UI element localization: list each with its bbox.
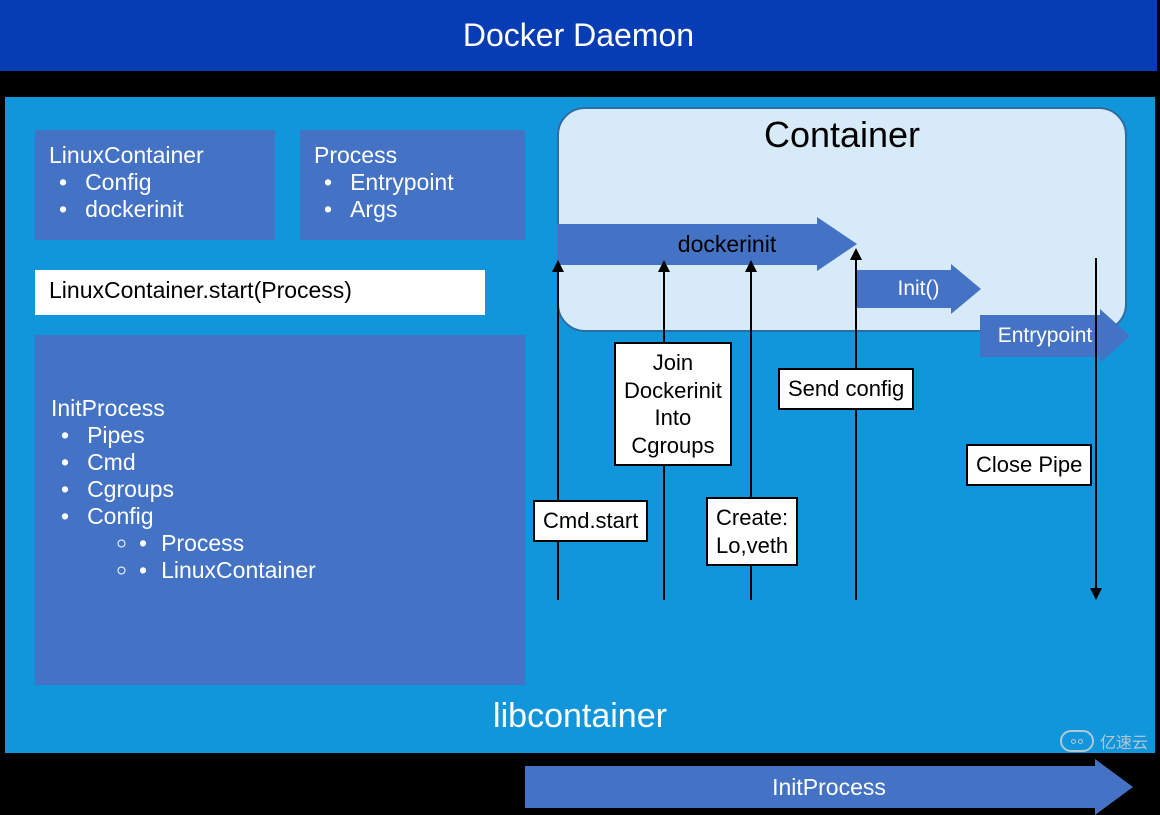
linuxcontainer-box: LinuxContainer Config dockerinit [35, 130, 275, 240]
dockerinit-arrow-label: dockerinit [557, 217, 857, 272]
list-item: Entrypoint [314, 169, 511, 196]
note-cmdstart: Cmd.start [533, 500, 648, 542]
note-closepipe: Close Pipe [966, 444, 1092, 486]
arrow-sendconfig [855, 260, 857, 600]
list-item: Args [314, 196, 511, 223]
list-item: Cgroups [51, 476, 509, 503]
initprocess-arrow-label: InitProcess [525, 759, 1133, 815]
process-title: Process [314, 142, 511, 169]
list-item: Process [139, 530, 509, 557]
container-title: Container [557, 114, 1127, 156]
note-create: Create: Lo,veth [706, 497, 798, 566]
docker-daemon-title: Docker Daemon [463, 17, 694, 54]
initprocess-subitems: Process LinuxContainer [139, 530, 509, 584]
libcontainer-label: libcontainer [0, 697, 1160, 736]
watermark: 亿速云 [1060, 729, 1148, 753]
list-item: Pipes [51, 422, 509, 449]
watermark-logo-icon [1060, 730, 1094, 752]
linuxcontainer-title: LinuxContainer [49, 142, 261, 169]
dockerinit-arrow: dockerinit [557, 217, 857, 272]
list-item: LinuxContainer [139, 557, 509, 584]
linuxcontainer-items: Config dockerinit [49, 169, 261, 223]
entrypoint-arrow-label: Entrypoint [980, 309, 1130, 363]
initprocess-title: InitProcess [51, 395, 509, 422]
initprocess-box: InitProcess Pipes Cmd Cgroups Config Pro… [35, 335, 525, 685]
process-items: Entrypoint Args [314, 169, 511, 223]
list-item: Cmd [51, 449, 509, 476]
watermark-text: 亿速云 [1100, 729, 1148, 753]
arrow-closepipe [1095, 258, 1097, 588]
note-sendconfig: Send config [778, 368, 914, 410]
docker-daemon-header: Docker Daemon [0, 0, 1157, 71]
initprocess-items: Pipes Cmd Cgroups Config Process LinuxCo… [51, 422, 509, 584]
process-box: Process Entrypoint Args [300, 130, 525, 240]
list-item: Config [51, 503, 509, 530]
init-arrow-label: Init() [856, 264, 981, 314]
start-call-label: LinuxContainer.start(Process) [49, 277, 352, 303]
entrypoint-arrow: Entrypoint [980, 309, 1130, 363]
note-join: Join Dockerinit Into Cgroups [614, 342, 732, 466]
start-call-box: LinuxContainer.start(Process) [35, 270, 485, 315]
list-item: Config [49, 169, 261, 196]
initprocess-arrow: InitProcess [525, 759, 1133, 815]
arrow-cmdstart [557, 272, 559, 600]
list-item: dockerinit [49, 196, 261, 223]
init-arrow: Init() [856, 264, 981, 314]
